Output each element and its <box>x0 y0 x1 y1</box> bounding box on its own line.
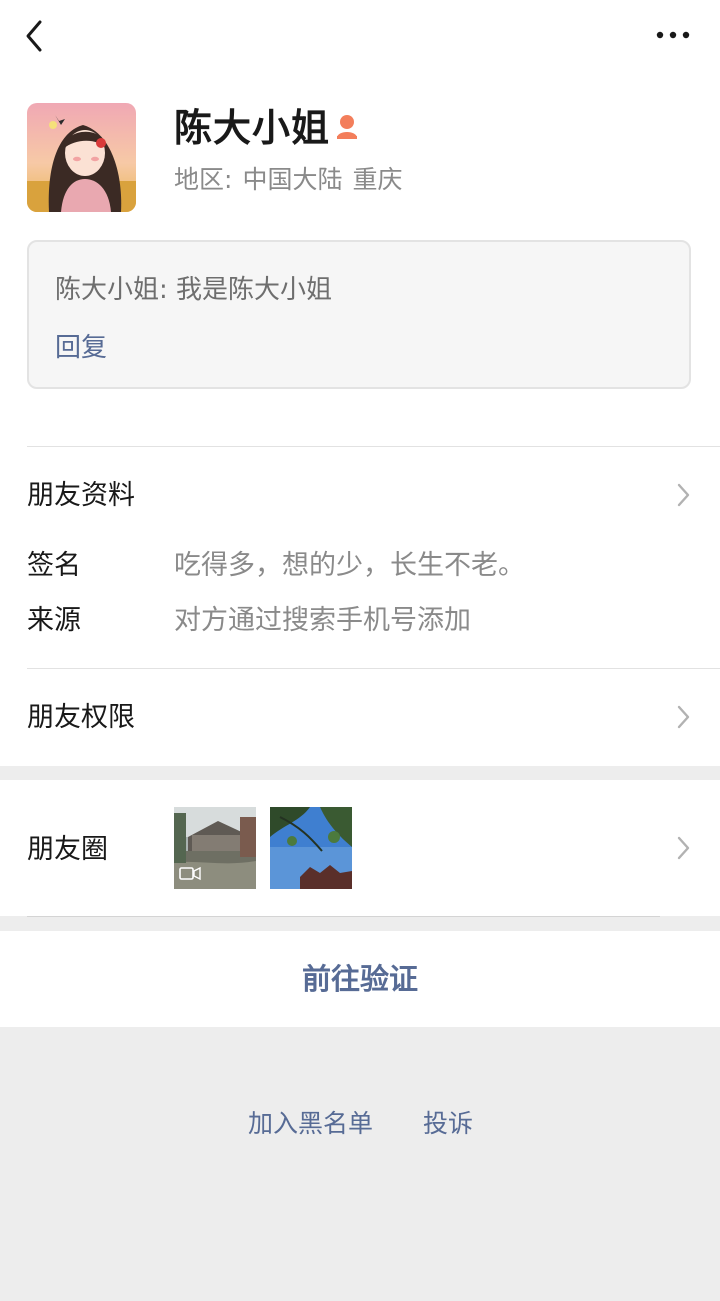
moments-thumbnail-1[interactable] <box>174 807 256 889</box>
verification-message-box: 陈大小姐: 我是陈大小姐 回复 <box>27 240 691 389</box>
friend-info-title: 朋友资料 <box>27 480 135 511</box>
chevron-right-icon <box>677 836 690 860</box>
region-city: 重庆 <box>352 165 403 194</box>
region-info: 地区: 中国大陆 重庆 <box>174 162 402 198</box>
reply-link[interactable]: 回复 <box>55 328 107 368</box>
go-verify-button[interactable]: 前往验证 <box>0 958 720 1000</box>
friend-permissions-title: 朋友权限 <box>27 702 135 733</box>
section-gap <box>0 916 720 931</box>
chevron-right-icon <box>677 705 690 729</box>
moments-thumbnail-2[interactable] <box>270 807 352 889</box>
chevron-right-icon <box>677 483 690 507</box>
verify-bar: 前往验证 <box>0 931 720 1027</box>
section-gap <box>0 766 720 780</box>
verification-message: 陈大小姐: 我是陈大小姐 <box>55 275 333 305</box>
source-value: 对方通过搜索手机号添加 <box>174 605 471 636</box>
signature-label: 签名 <box>27 550 81 581</box>
divider <box>27 446 720 447</box>
more-button[interactable] <box>650 22 696 48</box>
female-icon <box>333 112 361 142</box>
profile-name: 陈大小姐 <box>174 106 331 150</box>
source-label: 来源 <box>27 605 81 636</box>
back-button[interactable] <box>20 16 50 56</box>
report-link[interactable]: 投诉 <box>423 1105 473 1143</box>
divider <box>27 668 720 669</box>
moments-row[interactable]: 朋友圈 <box>0 780 720 916</box>
add-to-blacklist-link[interactable]: 加入黑名单 <box>248 1105 373 1143</box>
moments-title: 朋友圈 <box>27 834 108 865</box>
chevron-left-icon <box>26 20 42 52</box>
region-country: 中国大陆 <box>242 165 343 194</box>
divider <box>27 916 660 917</box>
avatar[interactable] <box>27 103 136 212</box>
signature-value: 吃得多，想的少，长生不老。 <box>174 550 525 581</box>
more-dots-icon <box>656 31 690 39</box>
region-label: 地区: <box>174 165 233 194</box>
